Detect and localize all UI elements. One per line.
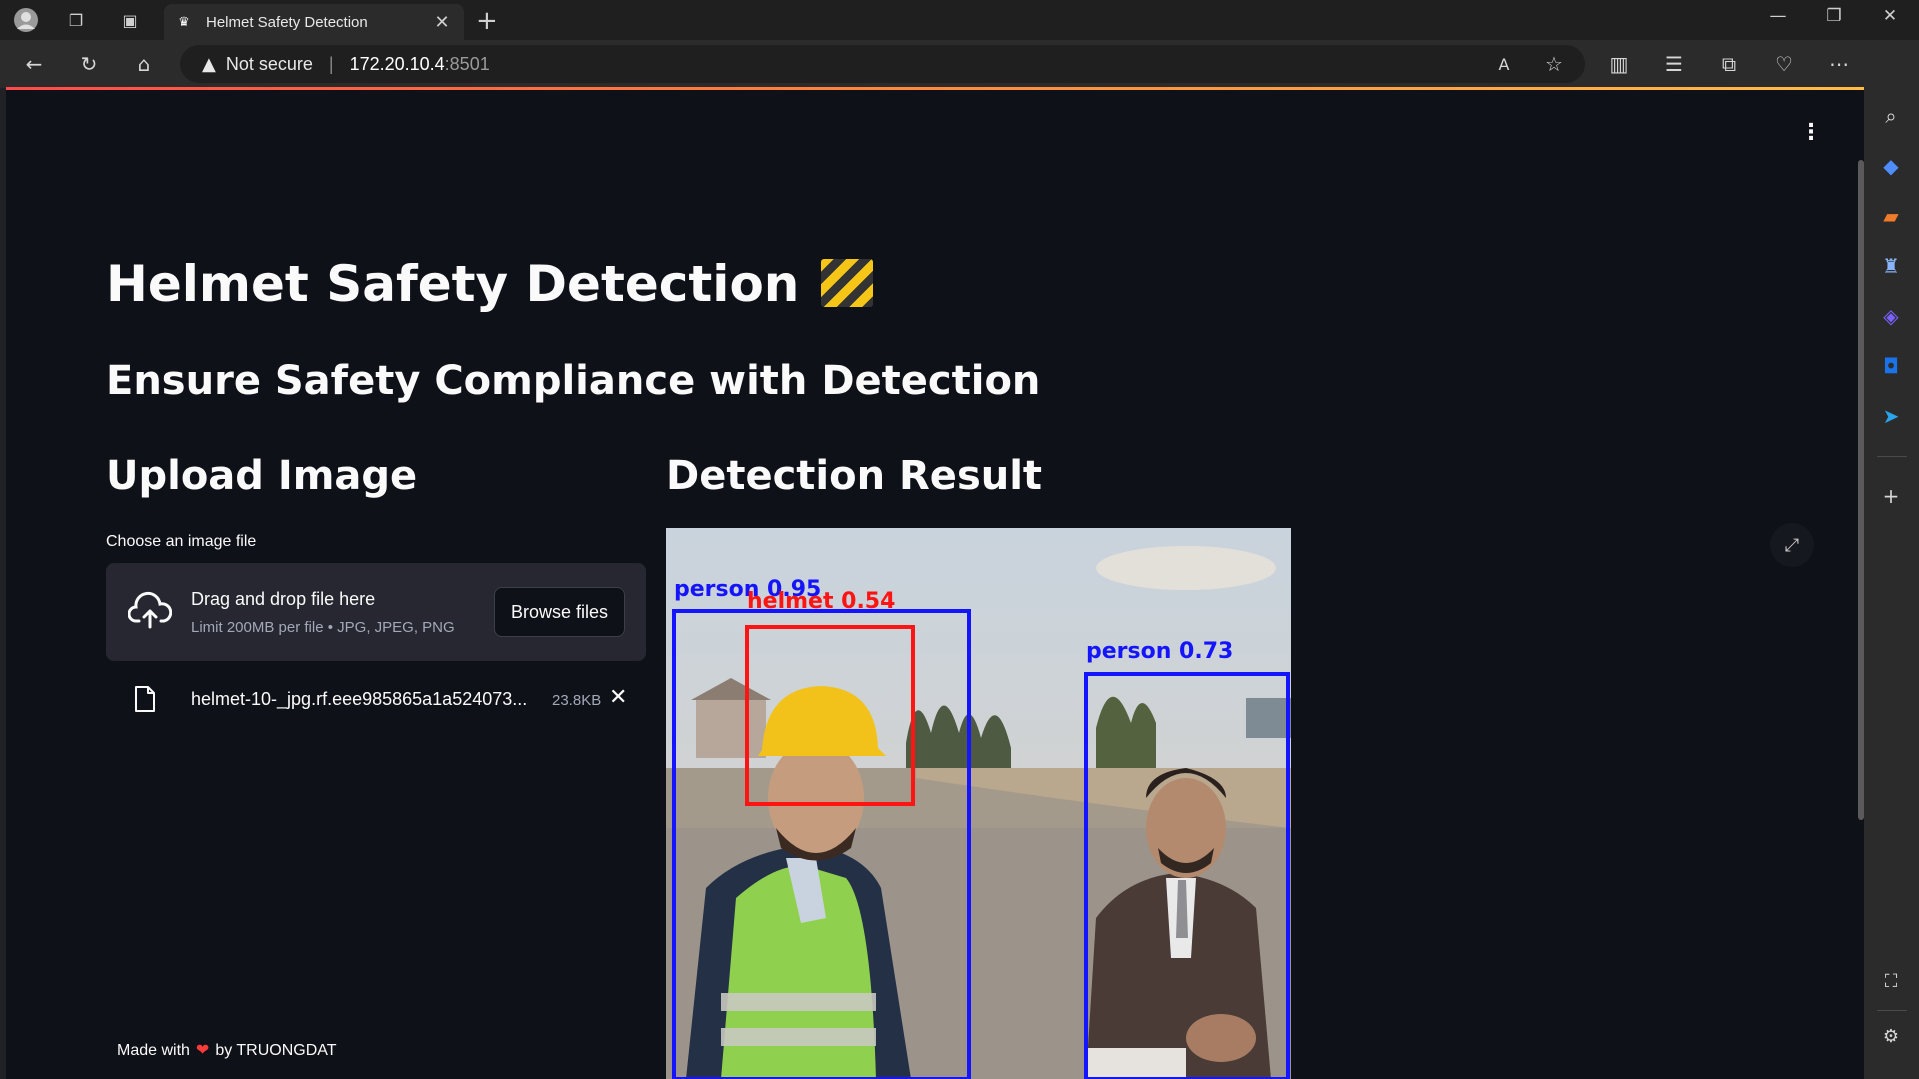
back-icon[interactable]: ←: [18, 48, 50, 80]
page-title-text: Helmet Safety Detection: [106, 255, 800, 313]
heart-icon: ❤: [195, 1040, 210, 1059]
profile-icon[interactable]: [12, 7, 40, 33]
dropzone-subtitle: Limit 200MB per file • JPG, JPEG, PNG: [191, 619, 455, 636]
shopping-tag-icon[interactable]: ◆: [1874, 150, 1908, 182]
browser-tab-strip: ❐ ▣ ♛ Helmet Safety Detection ✕ + — ❐ ✕: [0, 0, 1919, 40]
home-icon[interactable]: ⌂: [128, 48, 160, 80]
uploader-label: Choose an image file: [106, 533, 257, 550]
games-icon[interactable]: ♜: [1874, 250, 1908, 282]
construction-barrier-icon: [821, 259, 874, 307]
browser-toolbar: ← ↻ ⌂ ▲ Not secure | 172.20.10.4 :8501 A…: [0, 40, 1919, 88]
favorite-icon[interactable]: ☆: [1538, 48, 1570, 80]
url-port: :8501: [444, 53, 490, 74]
favorites-icon[interactable]: ☰: [1658, 48, 1690, 80]
more-icon[interactable]: ⋯: [1823, 48, 1855, 80]
screenshot-icon[interactable]: ⛶: [1874, 965, 1908, 997]
split-screen-icon[interactable]: ▥: [1603, 48, 1635, 80]
tab-title: Helmet Safety Detection: [206, 13, 368, 31]
restore-icon[interactable]: ❐: [1806, 6, 1862, 34]
file-icon: [135, 686, 155, 712]
building: [696, 698, 766, 758]
security-label: Not secure: [225, 53, 313, 74]
search-icon[interactable]: ⌕: [1874, 100, 1908, 132]
add-sidebar-app-icon[interactable]: +: [1874, 480, 1908, 512]
upload-heading: Upload Image: [106, 453, 418, 499]
url-host: 172.20.10.4: [349, 53, 445, 74]
read-aloud-icon[interactable]: A: [1488, 48, 1520, 80]
result-heading: Detection Result: [666, 453, 1043, 499]
helmet-label: helmet 0.54: [747, 589, 895, 614]
refresh-icon[interactable]: ↻: [73, 48, 105, 80]
outlook-icon[interactable]: ◘: [1874, 350, 1908, 382]
file-dropzone[interactable]: Drag and drop file here Limit 200MB per …: [106, 563, 646, 661]
file-size: 23.8KB: [552, 692, 602, 709]
footer: Made with ❤ by TRUONGDAT: [117, 1040, 337, 1060]
collections-icon[interactable]: ⧉: [1713, 48, 1745, 80]
remove-file-icon[interactable]: ✕: [609, 685, 627, 710]
browse-files-button[interactable]: Browse files: [494, 587, 625, 637]
close-tab-icon[interactable]: ✕: [432, 12, 452, 33]
tab-actions-icon[interactable]: ▣: [116, 7, 144, 33]
person-2-label: person 0.73: [1086, 639, 1233, 664]
browser-sidebar: ⌕ ◆ ▰ ♜ ◈ ◘ ➤ + ⚙ ⛶: [1864, 40, 1919, 1079]
uploaded-file-row: helmet-10-_jpg.rf.eee985865a1a524073... …: [106, 675, 646, 725]
address-bar[interactable]: ▲ Not secure | 172.20.10.4 :8501: [180, 45, 1585, 83]
workspaces-icon[interactable]: ❐: [62, 7, 90, 33]
sidebar-divider: [1877, 456, 1907, 457]
page-title: Helmet Safety Detection: [106, 255, 874, 313]
footer-prefix: Made with: [117, 1042, 190, 1059]
browser-tab[interactable]: ♛ Helmet Safety Detection ✕: [164, 4, 464, 40]
detection-result-image: person 0.95 helmet 0.54 person 0.73: [666, 528, 1291, 1079]
address-separator: |: [328, 53, 334, 74]
streamlit-app: ⋮ Helmet Safety Detection Ensure Safety …: [6, 90, 1864, 1079]
tools-icon[interactable]: ▰: [1874, 200, 1908, 232]
file-name: helmet-10-_jpg.rf.eee985865a1a524073...: [191, 689, 528, 709]
streamlit-favicon-icon: ♛: [178, 14, 190, 30]
sidebar-divider: [1877, 1010, 1907, 1011]
warning-icon: ▲: [202, 53, 216, 75]
cloud-upload-icon: [128, 591, 172, 629]
copilot-sidebar-icon[interactable]: ◈: [1874, 300, 1908, 332]
send-icon[interactable]: ➤: [1874, 400, 1908, 432]
page-subtitle: Ensure Safety Compliance with Detection: [106, 358, 1041, 404]
main-menu-icon[interactable]: ⋮: [1800, 120, 1822, 145]
settings-icon[interactable]: ⚙: [1874, 1020, 1908, 1052]
footer-suffix: by TRUONGDAT: [215, 1042, 337, 1059]
close-window-icon[interactable]: ✕: [1862, 6, 1918, 34]
fullscreen-icon[interactable]: ⤢: [1770, 523, 1814, 567]
new-tab-icon[interactable]: +: [476, 6, 498, 36]
minimize-icon[interactable]: —: [1750, 6, 1806, 34]
health-icon[interactable]: ♡: [1768, 48, 1800, 80]
dropzone-title: Drag and drop file here: [191, 589, 376, 609]
